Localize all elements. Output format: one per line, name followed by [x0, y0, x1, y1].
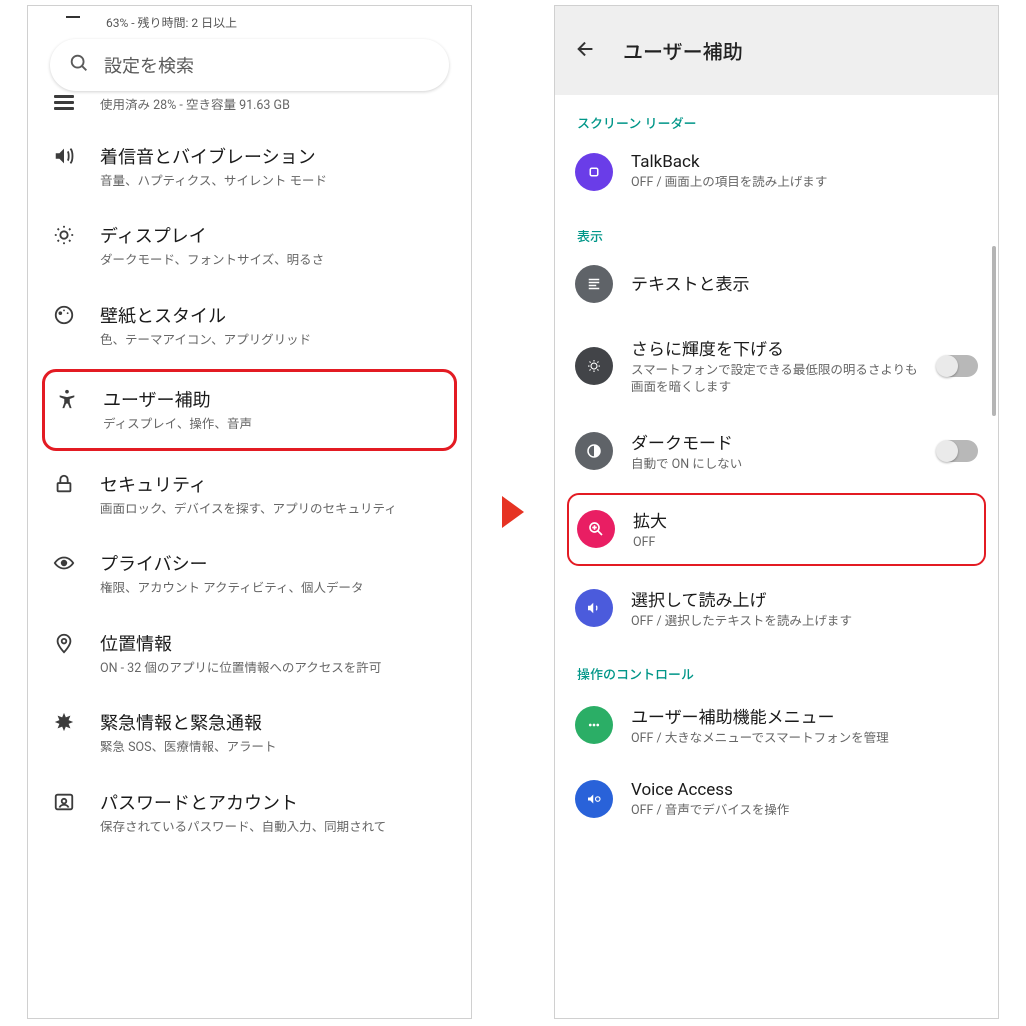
- magnify-title: 拡大: [633, 507, 976, 532]
- accessibility-row[interactable]: ユーザー補助 ディスプレイ、操作、音声: [45, 372, 454, 448]
- location-row[interactable]: 位置情報 ON - 32 個のアプリに位置情報へのアクセスを許可: [28, 614, 471, 694]
- passwords-sub: 保存されているパスワード、自動入力、同期されて: [100, 819, 449, 837]
- emergency-row[interactable]: 緊急情報と緊急通報 緊急 SOS、医療情報、アラート: [28, 693, 471, 773]
- section-control: 操作のコントロール: [555, 646, 998, 687]
- section-display: 表示: [555, 208, 998, 249]
- lock-icon: [50, 471, 78, 495]
- search-input[interactable]: 設定を検索: [50, 39, 449, 91]
- voice-access-icon: [575, 780, 613, 818]
- privacy-sub: 権限、アカウント アクティビティ、個人データ: [100, 580, 449, 598]
- wallpaper-row[interactable]: 壁紙とスタイル 色、テーマアイコン、アプリグリッド: [28, 286, 471, 366]
- account-icon: [50, 789, 78, 813]
- volume-icon: [50, 143, 78, 167]
- a11y-menu-row[interactable]: ユーザー補助機能メニュー OFF / 大きなメニューでスマートフォンを管理: [555, 687, 998, 764]
- wallpaper-title: 壁紙とスタイル: [100, 302, 449, 328]
- palette-icon: [50, 302, 78, 326]
- emergency-icon: [50, 709, 78, 733]
- magnify-sub: OFF: [633, 534, 976, 552]
- back-button[interactable]: [575, 38, 597, 64]
- page-title: ユーザー補助: [623, 36, 743, 65]
- location-sub: ON - 32 個のアプリに位置情報へのアクセスを許可: [100, 660, 449, 678]
- a11y-menu-sub: OFF / 大きなメニューでスマートフォンを管理: [631, 730, 978, 748]
- select-speak-sub: OFF / 選択したテキストを読み上げます: [631, 613, 978, 631]
- talkback-row[interactable]: TalkBack OFF / 画面上の項目を読み上げます: [555, 136, 998, 208]
- emergency-sub: 緊急 SOS、医療情報、アラート: [100, 739, 449, 757]
- display-title: ディスプレイ: [100, 222, 449, 248]
- accessibility-highlight: ユーザー補助 ディスプレイ、操作、音声: [42, 369, 457, 451]
- dimmer-title: さらに輝度を下げる: [631, 335, 920, 360]
- select-speak-row[interactable]: 選択して読み上げ OFF / 選択したテキストを読み上げます: [555, 570, 998, 647]
- display-row[interactable]: ディスプレイ ダークモード、フォントサイズ、明るさ: [28, 206, 471, 286]
- accessibility-icon: [53, 386, 81, 410]
- sound-sub: 音量、ハプティクス、サイレント モード: [100, 173, 449, 191]
- storage-icon: [50, 97, 78, 115]
- security-row[interactable]: セキュリティ 画面ロック、デバイスを探す、アプリのセキュリティ: [28, 455, 471, 535]
- a11y-menu-title: ユーザー補助機能メニュー: [631, 703, 978, 728]
- scrollbar[interactable]: [992, 246, 996, 416]
- passwords-row[interactable]: パスワードとアカウント 保存されているパスワード、自動入力、同期されて: [28, 773, 471, 853]
- dimmer-icon: [575, 347, 613, 385]
- text-display-icon: [575, 265, 613, 303]
- location-icon: [50, 630, 78, 654]
- a11y-menu-icon: [575, 706, 613, 744]
- text-display-title: テキストと表示: [631, 270, 978, 295]
- display-sub: ダークモード、フォントサイズ、明るさ: [100, 252, 449, 270]
- dimmer-sub: スマートフォンで設定できる最低限の明るさよりも画面を暗くします: [631, 362, 920, 397]
- sound-title: 着信音とバイブレーション: [100, 143, 449, 169]
- header-bar: ユーザー補助: [555, 6, 998, 95]
- battery-status-text: 63% - 残り時間: 2 日以上: [28, 6, 471, 39]
- dimmer-toggle[interactable]: [938, 355, 978, 377]
- search-icon: [68, 52, 90, 78]
- privacy-title: プライバシー: [100, 550, 449, 576]
- darkmode-row[interactable]: ダークモード 自動で ON にしない: [555, 413, 998, 490]
- dimmer-row[interactable]: さらに輝度を下げる スマートフォンで設定できる最低限の明るさよりも画面を暗くしま…: [555, 319, 998, 413]
- darkmode-toggle[interactable]: [938, 440, 978, 462]
- voice-title: Voice Access: [631, 780, 978, 800]
- privacy-icon: [50, 550, 78, 574]
- select-speak-icon: [575, 589, 613, 627]
- talkback-icon: [575, 153, 613, 191]
- accessibility-screen-right: ユーザー補助 スクリーン リーダー TalkBack OFF / 画面上の項目を…: [554, 5, 999, 1019]
- search-placeholder: 設定を検索: [104, 52, 194, 78]
- location-title: 位置情報: [100, 630, 449, 656]
- wallpaper-sub: 色、テーマアイコン、アプリグリッド: [100, 332, 449, 350]
- sound-row[interactable]: 着信音とバイブレーション 音量、ハプティクス、サイレント モード: [28, 127, 471, 207]
- emergency-title: 緊急情報と緊急通報: [100, 709, 449, 735]
- voice-sub: OFF / 音声でデバイスを操作: [631, 802, 978, 820]
- magnify-icon: [577, 510, 615, 548]
- security-title: セキュリティ: [100, 471, 449, 497]
- brightness-icon: [50, 222, 78, 246]
- accessibility-sub: ディスプレイ、操作、音声: [103, 416, 446, 434]
- darkmode-title: ダークモード: [631, 429, 920, 454]
- privacy-row[interactable]: プライバシー 権限、アカウント アクティビティ、個人データ: [28, 534, 471, 614]
- select-speak-title: 選択して読み上げ: [631, 586, 978, 611]
- voice-access-row[interactable]: Voice Access OFF / 音声でデバイスを操作: [555, 764, 998, 836]
- magnify-highlight: 拡大 OFF: [567, 493, 986, 566]
- darkmode-sub: 自動で ON にしない: [631, 456, 920, 474]
- storage-subtext: 使用済み 28% - 空き容量 91.63 GB: [100, 97, 449, 115]
- section-screen-reader: スクリーン リーダー: [555, 95, 998, 136]
- text-display-row[interactable]: テキストと表示: [555, 249, 998, 319]
- settings-screen-left: 63% - 残り時間: 2 日以上 設定を検索 使用済み 28% - 空き容量 …: [27, 5, 472, 1019]
- talkback-title: TalkBack: [631, 152, 978, 172]
- accessibility-title: ユーザー補助: [103, 386, 446, 412]
- darkmode-icon: [575, 432, 613, 470]
- storage-row-partial[interactable]: 使用済み 28% - 空き容量 91.63 GB: [28, 97, 471, 127]
- security-sub: 画面ロック、デバイスを探す、アプリのセキュリティ: [100, 501, 449, 519]
- talkback-sub: OFF / 画面上の項目を読み上げます: [631, 174, 978, 192]
- arrow-right-icon: [502, 496, 524, 528]
- magnify-row[interactable]: 拡大 OFF: [569, 495, 984, 564]
- status-minimize-icon: [66, 16, 80, 18]
- passwords-title: パスワードとアカウント: [100, 789, 449, 815]
- transition-arrow: [502, 5, 524, 1019]
